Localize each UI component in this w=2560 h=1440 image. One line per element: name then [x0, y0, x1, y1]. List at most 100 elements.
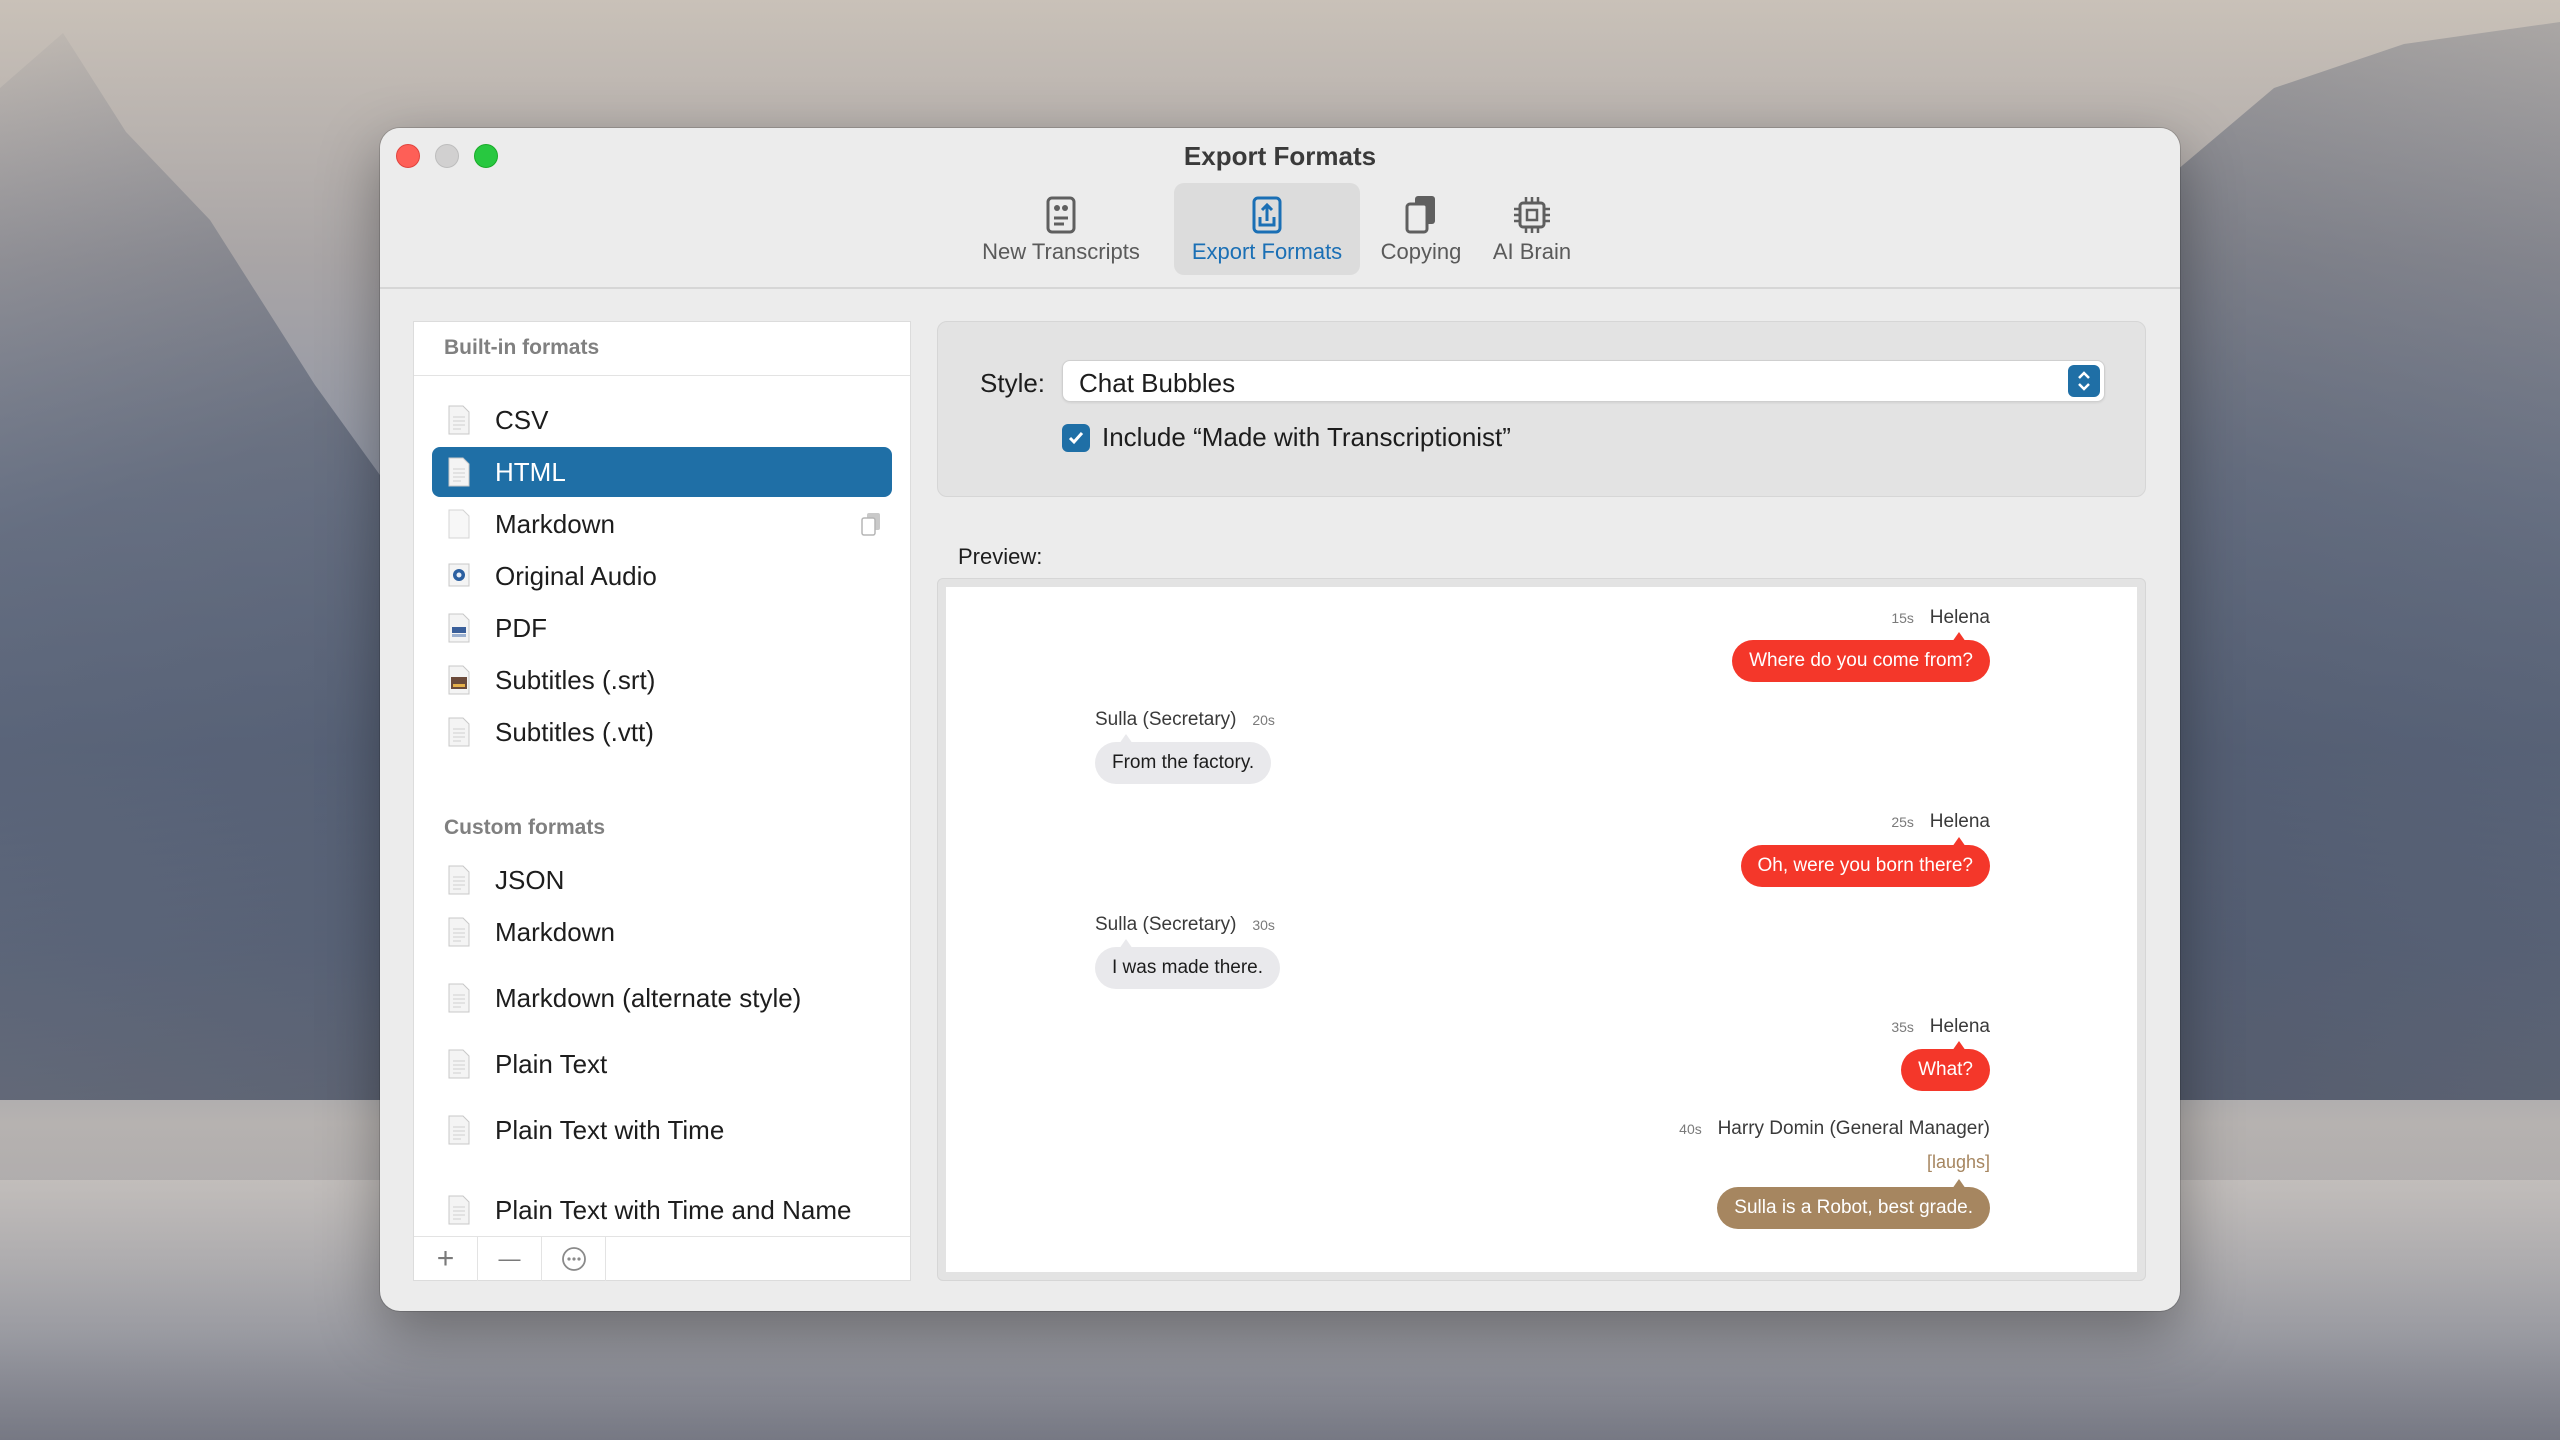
chat-bubble: Sulla is a Robot, best grade.	[1717, 1179, 1990, 1229]
message-speaker: Harry Domin (General Manager)	[1717, 1118, 1990, 1139]
tab-copying-label: Copying	[1380, 239, 1462, 264]
document-icon	[448, 509, 470, 539]
preferences-toolbar: New Transcripts Export Formats Copying A…	[380, 183, 2180, 275]
tab-copying[interactable]: Copying	[1366, 183, 1476, 275]
tab-new-transcripts[interactable]: New Transcripts	[982, 183, 1140, 275]
message-time: 15s	[1891, 610, 1914, 626]
format-item-label: Plain Text with Time and Name	[495, 1194, 852, 1225]
copying-icon	[1405, 196, 1435, 234]
audio-file-icon	[448, 563, 470, 587]
ellipsis-circle-icon	[561, 1247, 586, 1271]
message-meta: 25s Helena	[1891, 811, 1990, 833]
formats-sidebar: Built-in formats CSV HTML Markdown Origi…	[413, 321, 911, 1281]
sidebar-bottom-bar: + —	[414, 1236, 910, 1281]
message-meta: 40s Harry Domin (General Manager)	[1679, 1118, 1990, 1140]
document-icon	[448, 1115, 470, 1145]
chat-bubble: I was made there.	[1095, 939, 1281, 989]
ai-brain-icon	[1514, 197, 1550, 233]
style-select-value: Chat Bubbles	[1079, 368, 1236, 398]
tab-export-formats[interactable]: Export Formats	[1174, 183, 1360, 275]
format-item-label: PDF	[495, 612, 547, 643]
format-item-label: Markdown	[495, 508, 615, 539]
format-item-html[interactable]: HTML	[432, 447, 892, 497]
format-item-label: CSV	[495, 404, 549, 435]
format-item-pdf[interactable]: PDF	[432, 603, 892, 653]
tab-export-formats-label: Export Formats	[1191, 239, 1343, 264]
document-icon	[448, 917, 470, 947]
tab-ai-brain-label: AI Brain	[1492, 239, 1572, 264]
message-speaker: Helena	[1929, 811, 1990, 832]
pdf-file-icon	[448, 613, 470, 643]
tab-new-transcripts-label: New Transcripts	[982, 239, 1140, 264]
export-formats-icon	[1252, 196, 1282, 234]
format-item-markdown[interactable]: Markdown	[432, 499, 892, 549]
style-label: Style:	[980, 368, 1046, 398]
message-speaker: Helena	[1929, 1016, 1990, 1037]
new-transcripts-icon	[1046, 196, 1076, 234]
message-speaker: Sulla (Secretary)	[1095, 914, 1237, 935]
message-speaker: Helena	[1929, 607, 1990, 628]
window-title: Export Formats	[1183, 141, 1377, 171]
message-meta: 15s Helena	[1891, 607, 1990, 629]
document-icon	[448, 983, 470, 1013]
select-chevron-icon	[2068, 365, 2100, 397]
tab-ai-brain[interactable]: AI Brain	[1482, 183, 1582, 275]
message-speaker: Sulla (Secretary)	[1095, 709, 1237, 730]
message-time: 40s	[1679, 1121, 1702, 1137]
format-item-plain-text-time-name[interactable]: Plain Text with Time and Name	[432, 1185, 892, 1235]
style-settings-panel: Style: Chat Bubbles Include “Made with T…	[937, 321, 2146, 497]
message-meta: Sulla (Secretary) 20s	[1095, 709, 1275, 731]
message-annotation: [laughs]	[1926, 1152, 1990, 1172]
format-item-label: Subtitles (.srt)	[495, 664, 656, 695]
format-item-markdown-alternate[interactable]: Markdown (alternate style)	[432, 973, 892, 1023]
message-time: 25s	[1891, 814, 1914, 830]
chat-bubble: What?	[1901, 1041, 1990, 1091]
format-item-csv[interactable]: CSV	[432, 395, 892, 445]
format-item-original-audio[interactable]: Original Audio	[432, 551, 892, 601]
titlebar: Export Formats New Transcripts Export Fo…	[380, 128, 2180, 289]
format-item-label: Subtitles (.vtt)	[495, 716, 654, 747]
chat-bubble: From the factory.	[1095, 734, 1272, 784]
subtitle-file-icon	[448, 665, 470, 695]
format-item-plain-text[interactable]: Plain Text	[432, 1039, 892, 1089]
document-icon	[448, 865, 470, 895]
include-credit-checkbox[interactable]	[1062, 423, 1090, 452]
more-options-button[interactable]	[542, 1237, 606, 1281]
format-item-label: Plain Text with Time	[495, 1114, 725, 1145]
document-icon	[448, 405, 470, 435]
format-item-label: Markdown	[495, 916, 615, 947]
format-item-json[interactable]: JSON	[432, 855, 892, 905]
sidebar-header: Built-in formats	[414, 322, 910, 376]
document-icon	[448, 457, 470, 487]
document-icon	[448, 717, 470, 747]
message-time: 20s	[1252, 712, 1275, 728]
format-item-custom-markdown[interactable]: Markdown	[432, 907, 892, 957]
message-meta: 35s Helena	[1891, 1016, 1990, 1038]
duplicate-icon[interactable]	[860, 512, 882, 536]
message-time: 30s	[1252, 917, 1275, 933]
include-credit-row: Include “Made with Transcriptionist”	[1062, 422, 1511, 453]
format-item-plain-text-time[interactable]: Plain Text with Time	[432, 1105, 892, 1155]
message-meta: Sulla (Secretary) 30s	[1095, 914, 1275, 936]
chat-preview: 15s Helena Where do you come from? Sulla…	[946, 587, 2137, 1272]
chat-bubble: Oh, were you born there?	[1740, 837, 1990, 887]
message-time: 35s	[1891, 1019, 1914, 1035]
format-item-label: Plain Text	[495, 1048, 608, 1079]
style-select[interactable]: Chat Bubbles	[1062, 360, 2105, 402]
include-credit-label: Include “Made with Transcriptionist”	[1102, 422, 1511, 452]
format-item-subtitles-vtt[interactable]: Subtitles (.vtt)	[432, 707, 892, 757]
add-format-button[interactable]: +	[414, 1237, 478, 1281]
format-item-label: Original Audio	[495, 560, 657, 591]
format-item-label: Markdown (alternate style)	[495, 982, 802, 1013]
preview-label: Preview:	[958, 544, 1043, 569]
format-item-label: HTML	[495, 456, 566, 487]
checkmark-icon	[1068, 431, 1084, 444]
preferences-window: Export Formats New Transcripts Export Fo…	[380, 128, 2180, 1311]
preview-frame: 15s Helena Where do you come from? Sulla…	[937, 578, 2146, 1281]
remove-format-button[interactable]: —	[478, 1237, 542, 1281]
document-icon	[448, 1195, 470, 1225]
format-item-subtitles-srt[interactable]: Subtitles (.srt)	[432, 655, 892, 705]
document-icon	[448, 1049, 470, 1079]
custom-formats-title: Custom formats	[444, 816, 606, 839]
format-item-label: JSON	[495, 864, 565, 895]
